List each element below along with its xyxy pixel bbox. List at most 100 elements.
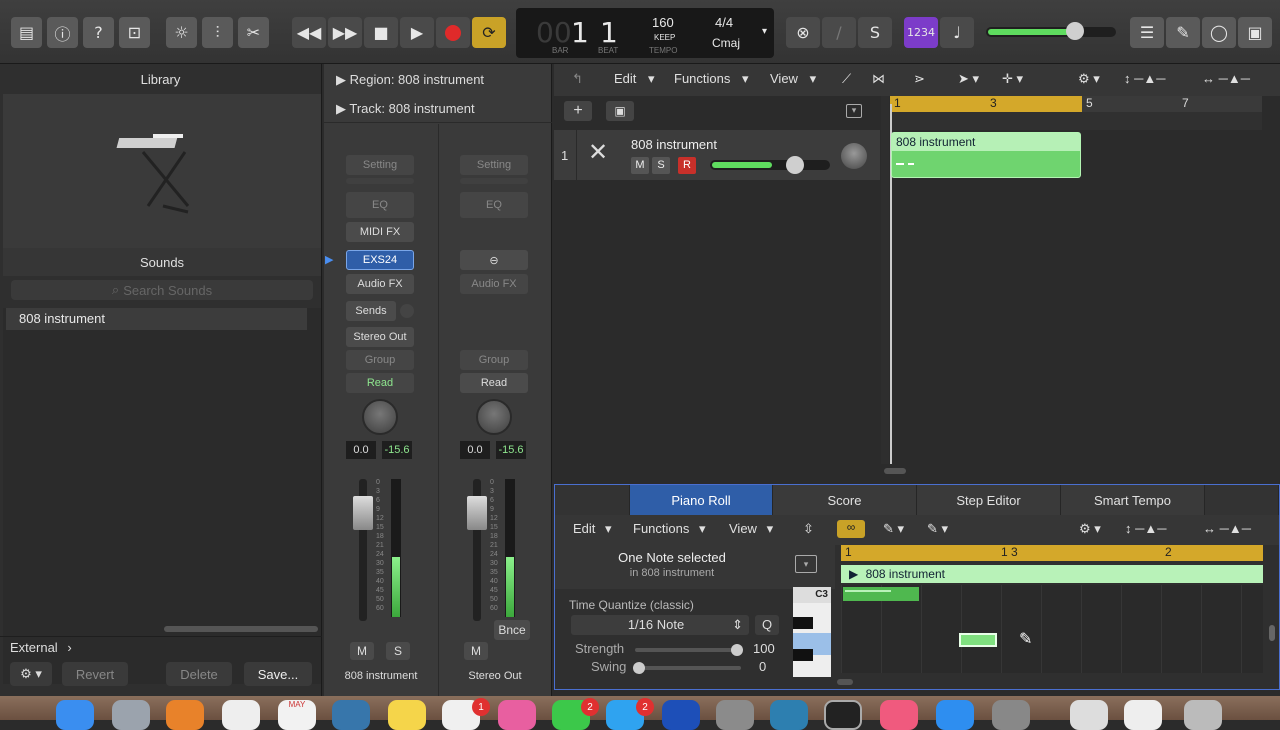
swing-thumb[interactable] xyxy=(633,662,645,674)
send-knob[interactable] xyxy=(400,304,414,318)
external-label[interactable]: External › xyxy=(10,640,72,655)
collapse-icon[interactable]: ⇳ xyxy=(803,521,814,541)
gain-slot[interactable] xyxy=(346,178,414,184)
trash-icon[interactable] xyxy=(1184,700,1222,730)
smart-controls-icon[interactable]: ☼ xyxy=(166,17,197,48)
piano-roll-ruler[interactable]: 1 1 3 2 xyxy=(841,545,1263,561)
calendar-icon[interactable]: MAY xyxy=(278,700,316,730)
pr-edit-menu[interactable]: Edit ▾ xyxy=(573,521,612,541)
pr-vertical-zoom[interactable]: ↕ ─▲─ xyxy=(1125,521,1166,541)
save-button[interactable]: Save... xyxy=(244,662,312,686)
gain-slot[interactable] xyxy=(460,178,528,184)
track-header[interactable]: 1 ✕ 808 instrument M S R xyxy=(554,130,880,180)
cycle-button[interactable]: ⟳ xyxy=(472,17,506,48)
volume-fader-cap[interactable] xyxy=(467,496,487,530)
link-button[interactable]: ∞ xyxy=(837,520,865,538)
sends-slot[interactable]: Sends xyxy=(346,301,396,321)
launchpad-icon[interactable] xyxy=(112,700,150,730)
downloads-stack-icon[interactable] xyxy=(1124,700,1162,730)
gear-icon[interactable]: ⚙ ▾ xyxy=(1079,521,1101,541)
count-in-button[interactable]: 1234 xyxy=(904,17,938,48)
global-tracks-button[interactable]: ▣ xyxy=(606,101,634,121)
toolbar-toggle-icon[interactable]: ⊡ xyxy=(119,17,150,48)
master-volume-slider[interactable] xyxy=(986,22,1116,40)
safari-icon[interactable] xyxy=(770,700,808,730)
tab-step-editor[interactable]: Step Editor xyxy=(917,485,1061,515)
strength-slider[interactable] xyxy=(635,644,743,656)
stereo-link-button[interactable]: ⊖ xyxy=(460,250,528,270)
track-pan-knob[interactable] xyxy=(841,143,867,169)
delete-button[interactable]: Delete xyxy=(166,662,232,686)
flex-icon[interactable]: ⋈ xyxy=(872,71,885,91)
track-volume-thumb[interactable] xyxy=(786,156,804,174)
pr-functions-menu[interactable]: Functions ▾ xyxy=(633,521,706,541)
audio-fx-slot[interactable]: Audio FX xyxy=(460,274,528,294)
audio-fx-slot[interactable]: Audio FX xyxy=(346,274,414,294)
volume-value[interactable]: 0.0 xyxy=(460,441,490,459)
cycle-ruler[interactable]: 1 3 xyxy=(890,96,1082,112)
output-slot[interactable]: Stereo Out xyxy=(346,327,414,347)
mute-button[interactable]: M xyxy=(350,642,374,660)
revert-button[interactable]: Revert xyxy=(62,662,128,686)
swing-value[interactable]: 0 xyxy=(759,659,766,674)
list-item[interactable]: 808 instrument xyxy=(6,308,310,330)
browsers-icon[interactable]: ▣ xyxy=(1238,17,1272,48)
add-track-button[interactable]: + xyxy=(564,101,592,121)
functions-menu[interactable]: Functions ▾ xyxy=(674,71,749,91)
stop-button[interactable]: ■ xyxy=(364,17,398,48)
mixer-icon[interactable]: ⫶ xyxy=(202,17,233,48)
note-grid[interactable]: ✎ xyxy=(841,585,1263,673)
replace-icon[interactable]: ⊗ xyxy=(786,17,820,48)
track-mute-button[interactable]: M xyxy=(631,157,649,174)
mute-button[interactable]: M xyxy=(464,642,488,660)
track-solo-button[interactable]: S xyxy=(652,157,670,174)
black-key[interactable] xyxy=(793,649,813,661)
eq-button[interactable]: EQ xyxy=(460,192,528,218)
note-pad-icon[interactable]: ✎ xyxy=(1166,17,1200,48)
midi-fx-slot[interactable]: MIDI FX xyxy=(346,222,414,242)
volume-fader-cap[interactable] xyxy=(353,496,373,530)
swing-slider[interactable] xyxy=(633,662,741,674)
music-icon[interactable] xyxy=(880,700,918,730)
pencil-secondary-tool-icon[interactable]: ✎ ▾ xyxy=(927,521,948,541)
quantize-select[interactable]: 1/16 Note ⇕ xyxy=(571,615,749,635)
strength-thumb[interactable] xyxy=(731,644,743,656)
horizontal-scrollbar[interactable] xyxy=(884,468,906,474)
logic-pro-icon[interactable] xyxy=(824,700,862,730)
instrument-slot[interactable]: EXS24 xyxy=(346,250,414,270)
strength-value[interactable]: 100 xyxy=(753,641,775,656)
library-icon[interactable]: ▤ xyxy=(11,17,42,48)
track-volume-slider[interactable] xyxy=(710,156,830,174)
automation-mode[interactable]: Read xyxy=(346,373,414,393)
pr-horizontal-scrollbar[interactable] xyxy=(837,679,853,685)
record-button[interactable] xyxy=(436,17,470,48)
pan-knob[interactable] xyxy=(476,399,512,435)
piano-keyboard[interactable]: C3 xyxy=(793,587,831,677)
pencil-tool-icon[interactable]: ✎ ▾ xyxy=(883,521,904,541)
catch-icon[interactable]: ⋗ xyxy=(914,71,925,91)
horizontal-zoom-slider[interactable]: ↔ ─▲─ xyxy=(1202,71,1250,91)
gear-icon[interactable]: ⚙ ▾ xyxy=(1078,71,1100,91)
lcd-menu-chevron-icon[interactable]: ▾ xyxy=(762,26,767,37)
track-record-button[interactable]: R xyxy=(678,157,696,174)
piano-roll-region-bar[interactable]: ▶ 808 instrument xyxy=(841,565,1263,583)
pointer-tool-icon[interactable]: ➤ ▾ xyxy=(958,71,979,91)
rewind-button[interactable]: ◀◀ xyxy=(292,17,326,48)
list-editors-icon[interactable]: ☰ xyxy=(1130,17,1164,48)
automation-icon[interactable]: ⟋ xyxy=(842,71,851,91)
group-slot[interactable]: Group xyxy=(346,350,414,370)
inspector-toggle-icon[interactable]: ▾ xyxy=(795,555,817,573)
marquee-tool-icon[interactable]: ✛ ▾ xyxy=(1002,71,1023,91)
python-icon[interactable] xyxy=(332,700,370,730)
black-key[interactable] xyxy=(793,617,813,629)
ruler-extension[interactable]: 5 7 xyxy=(1082,96,1262,112)
selected-note[interactable] xyxy=(959,633,997,647)
peak-value[interactable]: -15.6 xyxy=(382,441,412,459)
system-utility-icon[interactable] xyxy=(716,700,754,730)
volume-value[interactable]: 0.0 xyxy=(346,441,376,459)
screen-share-icon[interactable] xyxy=(662,700,700,730)
eq-button[interactable]: EQ xyxy=(346,192,414,218)
edit-menu[interactable]: Edit ▾ xyxy=(614,71,655,91)
peak-value[interactable]: -15.6 xyxy=(496,441,526,459)
notes-icon[interactable] xyxy=(388,700,426,730)
